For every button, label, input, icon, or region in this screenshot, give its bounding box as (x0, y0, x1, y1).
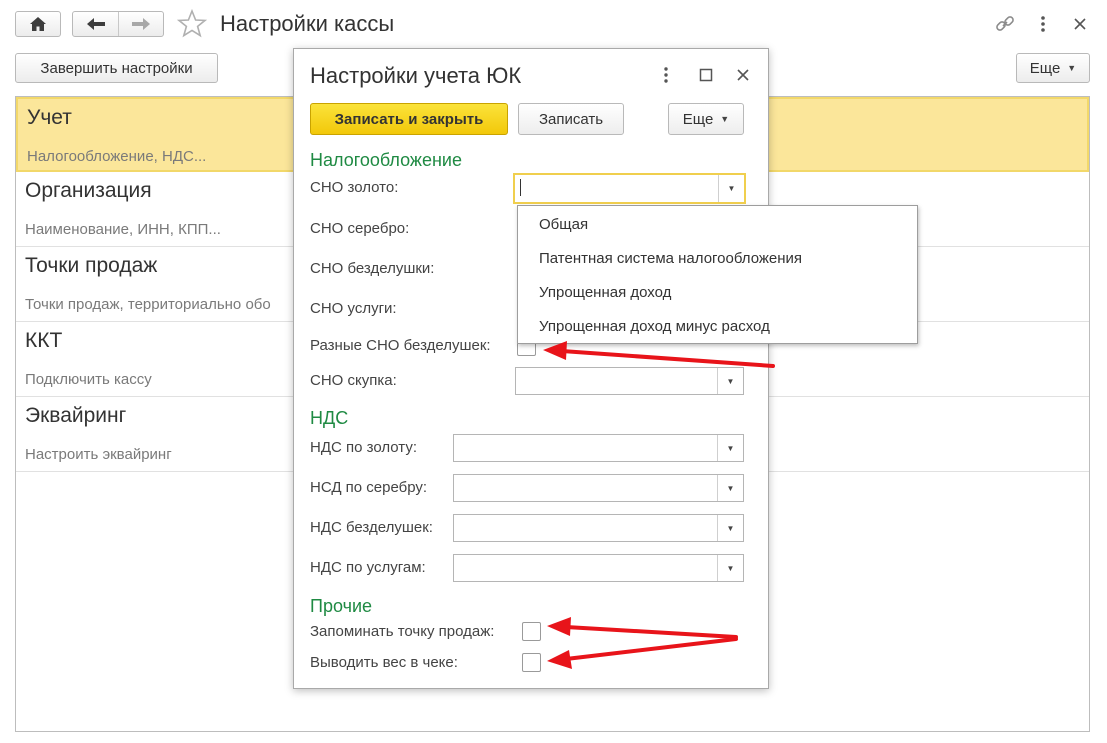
arrow-left-icon (86, 18, 105, 30)
dialog-more-button[interactable]: Еще ▼ (668, 103, 744, 135)
more-button[interactable]: Еще ▼ (1016, 53, 1090, 83)
dropdown-arrow-icon[interactable]: ▼ (717, 555, 743, 581)
dropdown-option[interactable]: Общая (539, 216, 588, 233)
forward-button[interactable] (118, 12, 163, 36)
list-item-title: ККТ (25, 329, 63, 352)
section-taxation: Налогообложение (310, 150, 462, 170)
more-vertical-icon[interactable] (1034, 14, 1052, 34)
label-diff-sno-trinkets: Разные СНО безделушек: (310, 337, 491, 354)
label-vat-services: НДС по услугам: (310, 559, 426, 576)
list-item-subtitle: Подключить кассу (25, 371, 152, 388)
label-print-weight: Выводить вес в чеке: (310, 654, 458, 671)
text-cursor (520, 179, 521, 196)
save-button[interactable]: Записать (518, 103, 624, 135)
more-button-label: Еще (1029, 59, 1061, 77)
vat-silver-select[interactable]: ▼ (453, 474, 744, 502)
link-icon[interactable] (994, 13, 1016, 35)
navigation-buttons (72, 11, 164, 37)
list-item-title: Учет (27, 106, 72, 129)
list-item-title: Организация (25, 179, 152, 202)
dropdown-option[interactable]: Упрощенная доход (539, 284, 671, 301)
dropdown-arrow-icon[interactable]: ▼ (718, 175, 744, 202)
label-sno-services: СНО услуги: (310, 300, 397, 317)
page-title: Настройки кассы (220, 11, 395, 36)
home-icon (30, 17, 46, 31)
finish-settings-button[interactable]: Завершить настройки (15, 53, 218, 83)
list-item-subtitle: Наименование, ИНН, КПП... (25, 221, 221, 238)
vat-services-select[interactable]: ▼ (453, 554, 744, 582)
caret-down-icon: ▼ (1067, 63, 1077, 73)
save-and-close-button[interactable]: Записать и закрыть (310, 103, 508, 135)
label-sno-silver: СНО серебро: (310, 220, 410, 237)
dialog-close-icon[interactable] (736, 68, 750, 82)
dialog-more-label: Еще (682, 110, 714, 128)
dropdown-arrow-icon[interactable]: ▼ (717, 368, 743, 394)
list-item-subtitle: Настроить эквайринг (25, 446, 172, 463)
label-sno-buyback: СНО скупка: (310, 372, 397, 389)
vat-gold-select[interactable]: ▼ (453, 434, 744, 462)
dropdown-option[interactable]: Упрощенная доход минус расход (539, 318, 770, 335)
dropdown-arrow-icon[interactable]: ▼ (717, 475, 743, 501)
dropdown-option[interactable]: Патентная система налогообложения (539, 250, 802, 267)
label-sno-trinkets: СНО безделушки: (310, 260, 435, 277)
section-vat: НДС (310, 408, 349, 428)
print-weight-checkbox[interactable] (522, 653, 541, 672)
dialog-more-icon[interactable] (658, 65, 674, 85)
sno-buyback-select[interactable]: ▼ (515, 367, 744, 395)
settings-dialog: Настройки учета ЮК Записать и закрыть За… (293, 48, 769, 689)
arrow-right-icon (132, 18, 150, 30)
close-icon[interactable] (1073, 17, 1087, 31)
maximize-icon[interactable] (699, 68, 713, 82)
section-other: Прочие (310, 596, 373, 616)
favorite-star-icon[interactable] (176, 8, 208, 40)
label-vat-trinkets: НДС безделушек: (310, 519, 433, 536)
list-item-title: Точки продаж (25, 254, 158, 277)
label-remember-point: Запоминать точку продаж: (310, 623, 495, 640)
label-vat-gold: НДС по золоту: (310, 439, 417, 456)
label-vat-silver: НСД по серебру: (310, 479, 428, 496)
home-button[interactable] (15, 11, 61, 37)
dropdown-arrow-icon[interactable]: ▼ (717, 515, 743, 541)
caret-down-icon: ▼ (720, 114, 730, 124)
list-item-title: Эквайринг (25, 404, 127, 427)
remember-point-checkbox[interactable] (522, 622, 541, 641)
vat-trinkets-select[interactable]: ▼ (453, 514, 744, 542)
sno-gold-select[interactable]: ▼ (513, 173, 746, 204)
list-item-subtitle: Налогообложение, НДС... (27, 148, 207, 165)
dropdown-arrow-icon[interactable]: ▼ (717, 435, 743, 461)
dialog-title: Настройки учета ЮК (310, 63, 522, 88)
list-item-subtitle: Точки продаж, территориально обо (25, 296, 271, 313)
label-sno-gold: СНО золото: (310, 179, 399, 196)
back-button[interactable] (73, 12, 118, 36)
sno-dropdown-list: Общая Патентная система налогообложения … (517, 205, 918, 344)
